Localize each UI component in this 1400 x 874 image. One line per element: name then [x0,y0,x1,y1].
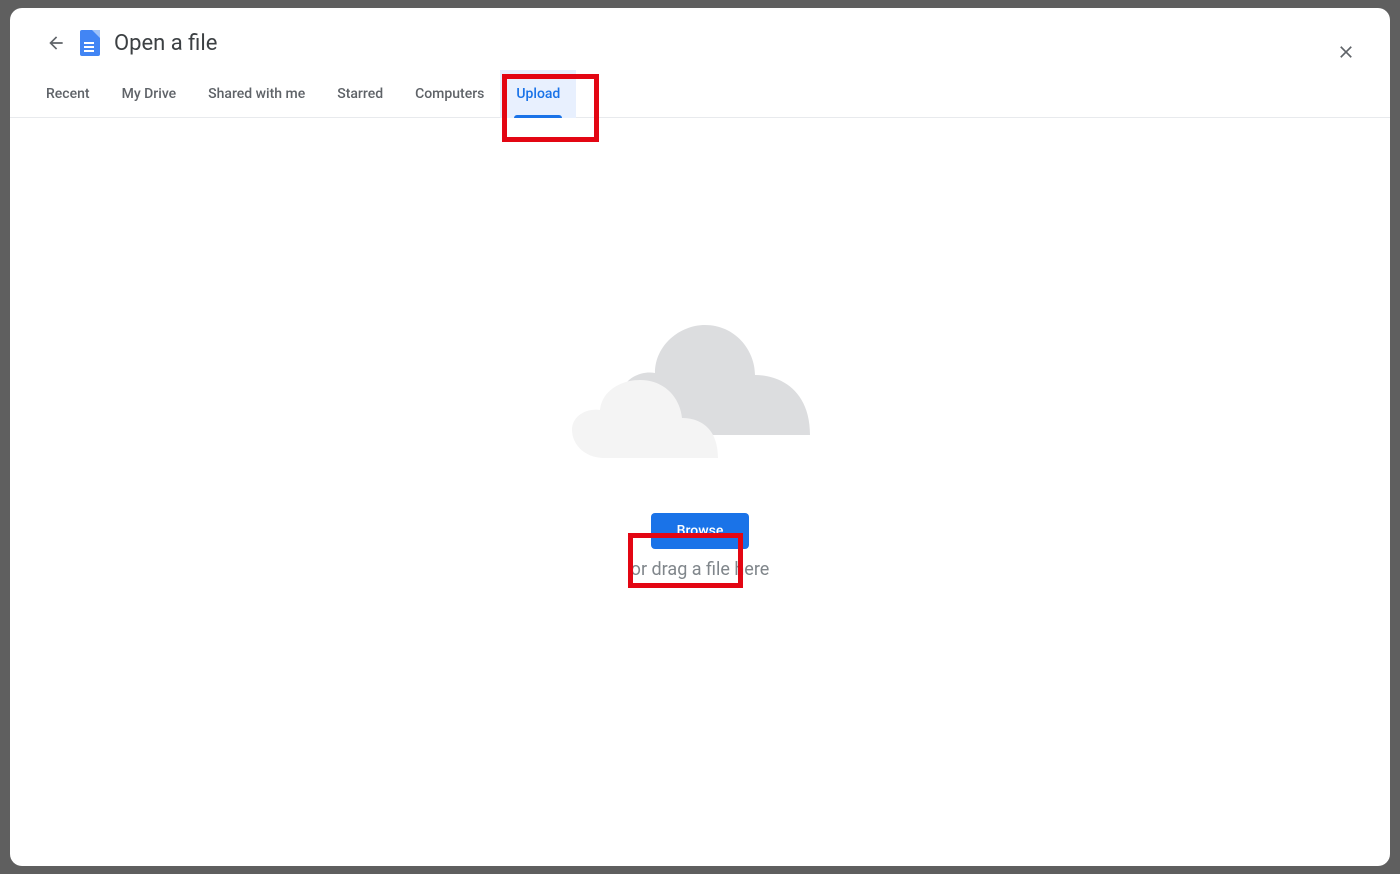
cloud-front-icon [570,380,720,460]
tab-starred[interactable]: Starred [321,70,399,118]
dialog-header: Open a file [10,8,1390,70]
tab-label: Computers [415,86,484,102]
browse-button-label: Browse [677,523,724,539]
tabs-row: Recent My Drive Shared with me Starred C… [10,70,1390,118]
docs-icon [80,30,100,56]
open-file-dialog: Open a file Recent My Drive Shared with … [10,8,1390,866]
close-button[interactable] [1330,36,1362,68]
tab-my-drive[interactable]: My Drive [106,70,193,118]
cloud-icon [570,325,830,465]
browse-button[interactable]: Browse [651,513,750,549]
tab-label: Shared with me [208,86,305,102]
tab-upload[interactable]: Upload [500,70,576,118]
tab-label: My Drive [122,86,177,102]
close-icon [1336,42,1356,62]
arrow-left-icon [46,33,66,53]
tab-label: Upload [516,86,560,102]
back-button[interactable] [44,31,68,55]
tab-shared-with-me[interactable]: Shared with me [192,70,321,118]
upload-area[interactable]: Browse or drag a file here [10,118,1390,866]
dialog-title: Open a file [114,31,217,56]
tab-recent[interactable]: Recent [30,70,106,118]
tab-label: Recent [46,86,90,102]
tab-computers[interactable]: Computers [399,70,500,118]
tab-label: Starred [337,86,383,102]
drag-hint-text: or drag a file here [631,559,770,580]
